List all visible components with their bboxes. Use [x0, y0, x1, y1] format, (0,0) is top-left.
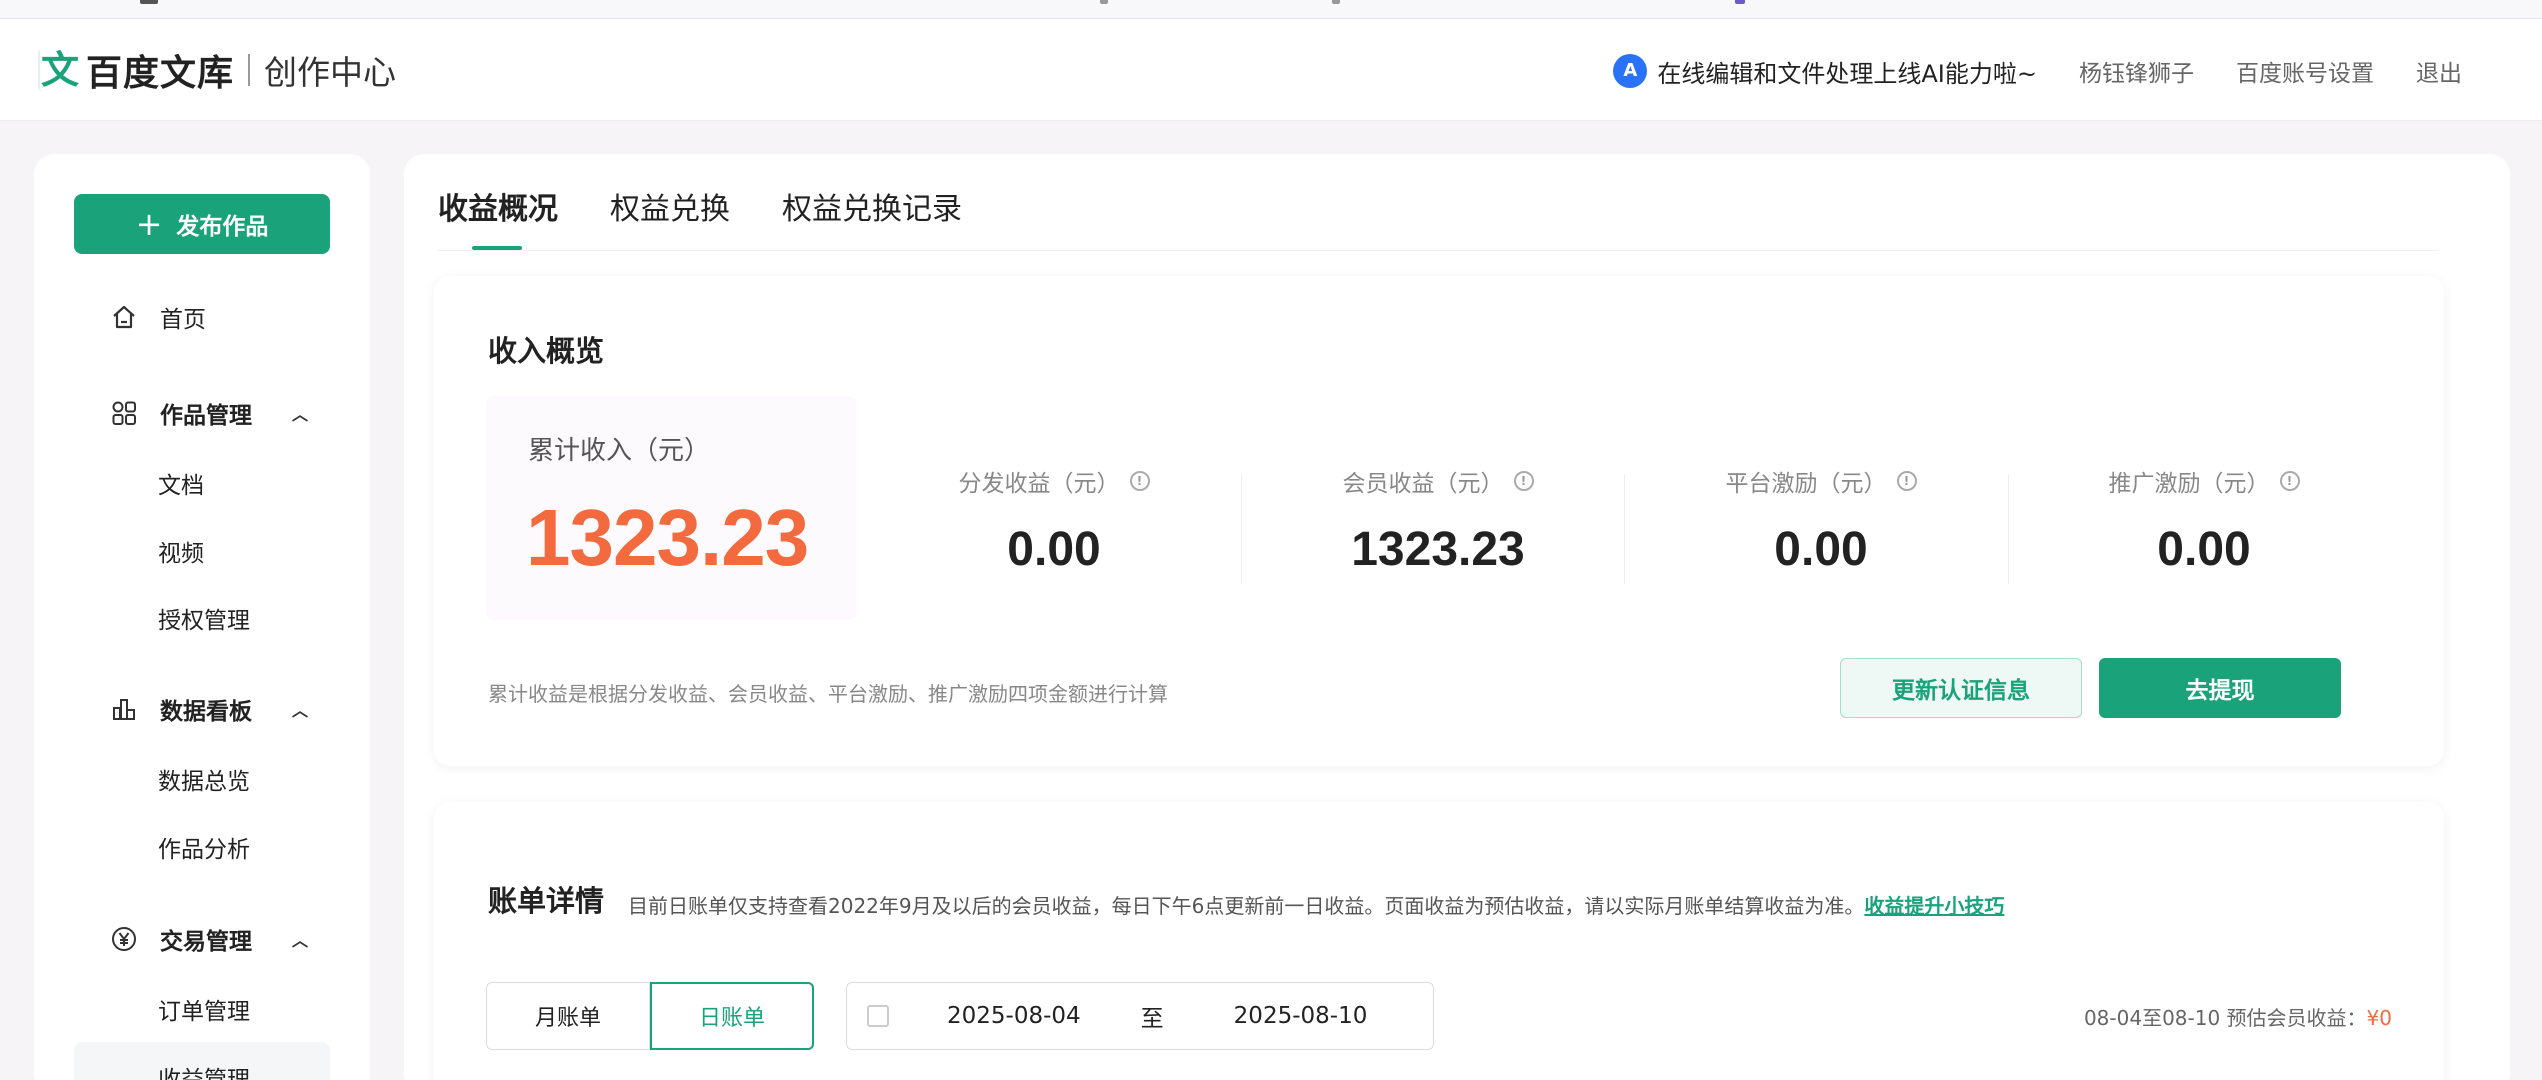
tab-divider — [438, 250, 2438, 251]
cut-off-icon — [1332, 0, 1340, 4]
wenku-logo-icon: 文 — [38, 49, 80, 91]
logo-subtitle: 创作中心 — [264, 53, 397, 92]
promo-text: 在线编辑和文件处理上线AI能力啦~ — [1657, 59, 2037, 88]
stat-label: 平台激励（元） — [1725, 471, 1887, 497]
header-links: A 在线编辑和文件处理上线AI能力啦~ 杨钰锋狮子 百度账号设置 退出 — [1613, 51, 2462, 91]
info-icon[interactable]: ! — [1896, 471, 1917, 491]
info-icon[interactable]: ! — [1513, 471, 1534, 491]
sidebar-item-label: 首页 — [160, 307, 206, 333]
date-range-picker[interactable]: 2025-08-04 至 2025-08-10 — [846, 982, 1434, 1050]
tab-bar: 收益概况 权益兑换 权益兑换记录 — [438, 184, 962, 228]
ai-promo-link[interactable]: A 在线编辑和文件处理上线AI能力啦~ — [1613, 54, 2037, 89]
tab-monthly-bill[interactable]: 月账单 — [486, 982, 650, 1050]
total-income-label: 累计收入（元） — [528, 436, 711, 466]
sidebar-item-income[interactable]: 收益管理 — [158, 1060, 250, 1080]
cut-off-icon — [1100, 0, 1108, 4]
home-icon — [108, 301, 140, 333]
account-settings-link[interactable]: 百度账号设置 — [2236, 54, 2374, 88]
stat-divider — [1241, 474, 1242, 584]
sidebar-item-documents[interactable]: 文档 — [158, 466, 204, 500]
cut-off-icon — [1735, 0, 1745, 4]
stat-label: 分发收益（元） — [958, 471, 1120, 497]
sidebar-group-label: 数据看板 — [160, 699, 252, 725]
yen-circle-icon — [108, 923, 140, 955]
sidebar-item-data-overview[interactable]: 数据总览 — [158, 762, 250, 796]
sidebar-group-label: 作品管理 — [160, 403, 252, 429]
bill-description: 目前日账单仅支持查看2022年9月及以后的会员收益，每日下午6点更新前一日收益。… — [628, 890, 2004, 919]
logo-divider — [248, 54, 251, 86]
bar-chart-icon — [108, 693, 140, 725]
cut-off-icon — [140, 0, 158, 4]
tab-rights-exchange[interactable]: 权益兑换 — [610, 184, 730, 228]
date-from[interactable]: 2025-08-04 — [947, 1003, 1081, 1029]
user-name-link[interactable]: 杨钰锋狮子 — [2079, 54, 2194, 88]
stat-membership: 会员收益（元）! 1323.23 — [1246, 464, 1630, 577]
stat-value: 0.00 — [1007, 523, 1101, 576]
stat-label: 会员收益（元） — [1342, 471, 1504, 497]
plus-icon: + — [135, 205, 163, 243]
withdraw-button[interactable]: 去提现 — [2099, 658, 2341, 718]
bill-title: 账单详情 — [488, 884, 605, 918]
publish-label: 发布作品 — [176, 214, 269, 240]
income-overview-card: 收入概览 累计收入（元） 1323.23 分发收益（元）! 0.00 会员收益（… — [434, 276, 2444, 766]
income-note: 累计收益是根据分发收益、会员收益、平台激励、推广激励四项金额进行计算 — [488, 682, 1168, 706]
tab-income-overview[interactable]: 收益概况 — [438, 184, 558, 228]
main-content: 收益概况 权益兑换 权益兑换记录 收入概览 累计收入（元） 1323.23 分发… — [404, 154, 2510, 1080]
sidebar-item-home[interactable]: 首页 — [108, 300, 206, 334]
income-tips-link[interactable]: 收益提升小技巧 — [1864, 894, 2004, 918]
stat-divider — [1624, 474, 1625, 584]
stat-value: 0.00 — [2157, 523, 2251, 576]
stat-label: 推广激励（元） — [2108, 471, 2270, 497]
stat-value: 0.00 — [1774, 523, 1868, 576]
date-to[interactable]: 2025-08-10 — [1234, 1003, 1368, 1029]
sidebar-group-label: 交易管理 — [160, 929, 252, 955]
publish-button[interactable]: + 发布作品 — [74, 194, 330, 254]
range-separator: 至 — [1140, 1006, 1164, 1032]
update-certification-button[interactable]: 更新认证信息 — [1840, 658, 2082, 718]
stat-value: 1323.23 — [1351, 523, 1525, 576]
logout-link[interactable]: 退出 — [2416, 54, 2462, 88]
sidebar-item-orders[interactable]: 订单管理 — [158, 992, 250, 1026]
sidebar-item-work-analysis[interactable]: 作品分析 — [158, 830, 250, 864]
estimate-label: 08-04至08-10 预估会员收益： — [2083, 1006, 2367, 1030]
stat-promotion-incentive: 推广激励（元）! 0.00 — [2012, 464, 2396, 577]
sidebar-item-authorization[interactable]: 授权管理 — [158, 601, 250, 635]
grid-icon — [108, 397, 140, 429]
bill-details-card: 账单详情 目前日账单仅支持查看2022年9月及以后的会员收益，每日下午6点更新前… — [434, 802, 2444, 1080]
site-logo[interactable]: 文 百度文库 创作中心 — [38, 47, 397, 94]
tab-exchange-records[interactable]: 权益兑换记录 — [782, 184, 962, 228]
income-title: 收入概览 — [488, 334, 605, 368]
chevron-up-icon: ︿ — [292, 405, 309, 424]
total-income-value: 1323.23 — [526, 493, 809, 582]
total-income-box: 累计收入（元） 1323.23 — [486, 396, 856, 620]
info-icon[interactable]: ! — [2279, 471, 2300, 491]
bill-desc-text: 目前日账单仅支持查看2022年9月及以后的会员收益，每日下午6点更新前一日收益。… — [628, 894, 1865, 918]
calendar-icon — [867, 1005, 889, 1027]
stat-divider — [2008, 474, 2009, 584]
estimate-amount: ¥0 — [2366, 1006, 2392, 1030]
stat-distribution: 分发收益（元）! 0.00 — [862, 464, 1246, 577]
sidebar-group-trade[interactable]: 交易管理 ︿ — [108, 922, 308, 956]
top-header: 文 百度文库 创作中心 A 在线编辑和文件处理上线AI能力啦~ 杨钰锋狮子 百度… — [0, 19, 2542, 121]
chevron-up-icon: ︿ — [292, 701, 309, 720]
sidebar: + 发布作品 首页 作品管理 ︿ 文档 视频 授权管理 数据看板 ︿ 数据总览 … — [34, 154, 370, 1080]
sidebar-group-data[interactable]: 数据看板 ︿ — [108, 692, 308, 726]
ai-icon: A — [1613, 54, 1648, 88]
chevron-up-icon: ︿ — [292, 931, 309, 950]
stat-platform-incentive: 平台激励（元）! 0.00 — [1629, 464, 2013, 577]
tab-daily-bill[interactable]: 日账单 — [650, 982, 814, 1050]
logo-text: 百度文库 — [86, 53, 235, 94]
sidebar-item-videos[interactable]: 视频 — [158, 534, 204, 568]
sidebar-group-works[interactable]: 作品管理 ︿ — [108, 396, 308, 430]
info-icon[interactable]: ! — [1129, 471, 1150, 491]
estimated-income: 08-04至08-10 预估会员收益：¥0 — [2084, 1002, 2392, 1031]
browser-top-strip — [0, 0, 2542, 19]
